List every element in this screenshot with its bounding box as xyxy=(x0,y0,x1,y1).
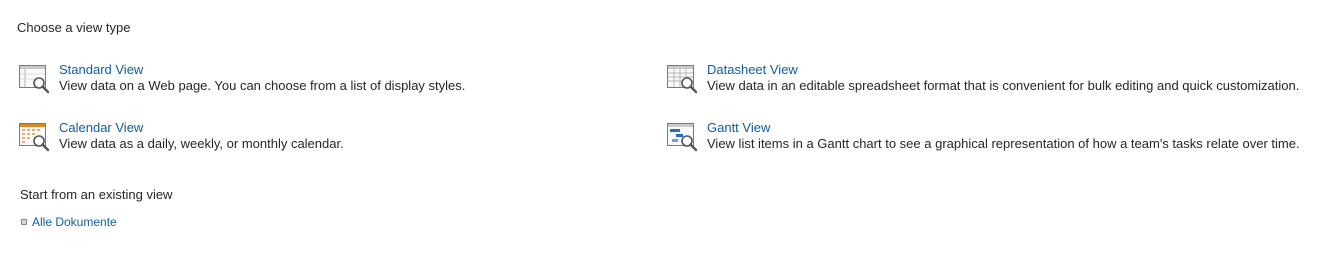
calendar-view-option[interactable]: Calendar View View data as a daily, week… xyxy=(18,120,618,156)
gantt-view-description: View list items in a Gantt chart to see … xyxy=(707,136,1300,151)
standard-view-option[interactable]: Standard View View data on a Web page. Y… xyxy=(18,62,618,98)
standard-view-description: View data on a Web page. You can choose … xyxy=(59,78,466,93)
gantt-view-option[interactable]: Gantt View View list items in a Gantt ch… xyxy=(666,120,1316,156)
existing-view-heading: Start from an existing view xyxy=(20,187,173,202)
datasheet-view-link[interactable]: Datasheet View xyxy=(707,62,798,77)
bullet-icon xyxy=(21,219,27,225)
standard-view-icon xyxy=(18,62,50,94)
datasheet-view-option[interactable]: Datasheet View View data in an editable … xyxy=(666,62,1316,98)
datasheet-view-description: View data in an editable spreadsheet for… xyxy=(707,78,1300,93)
gantt-view-icon xyxy=(666,120,698,152)
choose-view-heading: Choose a view type xyxy=(17,20,131,35)
standard-view-link[interactable]: Standard View xyxy=(59,62,143,77)
calendar-view-icon xyxy=(18,120,50,152)
calendar-view-description: View data as a daily, weekly, or monthly… xyxy=(59,136,344,151)
calendar-view-link[interactable]: Calendar View xyxy=(59,120,143,135)
datasheet-view-icon xyxy=(666,62,698,94)
gantt-view-link[interactable]: Gantt View xyxy=(707,120,770,135)
existing-view-link-alle-dokumente[interactable]: Alle Dokumente xyxy=(32,215,117,229)
